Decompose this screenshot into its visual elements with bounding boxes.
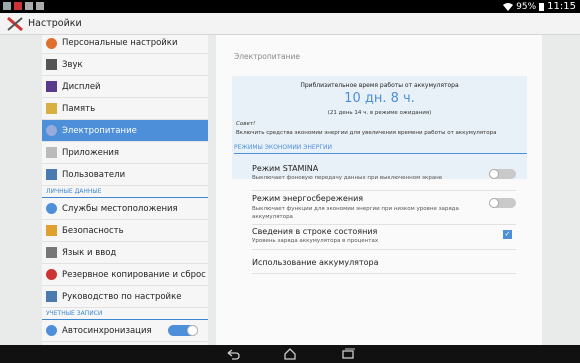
- sidebar-item-backup[interactable]: Резервное копирование и сброс: [42, 264, 208, 286]
- lock-icon: [46, 225, 57, 236]
- sidebar-item-label: Электропитание: [62, 126, 137, 136]
- sidebar-item-apps[interactable]: Приложения: [42, 142, 208, 164]
- sidebar-item-label: Службы местоположения: [62, 204, 178, 214]
- battery-time-title: Приблизительное время работы от аккумуля…: [300, 82, 459, 89]
- status-bar: 95% 11:15: [0, 0, 580, 13]
- users-icon: [46, 169, 57, 180]
- sidebar-item-label: Резервное копирование и сброс: [62, 270, 206, 280]
- power-settings-panel: Электропитание Приблизительное время раб…: [216, 35, 542, 345]
- autosync-toggle[interactable]: [168, 325, 198, 336]
- sidebar-item-label: Руководство по настройке: [62, 292, 182, 302]
- keyboard-icon: [46, 247, 57, 258]
- battery-usage-row[interactable]: Использование аккумулятора: [252, 250, 516, 274]
- status-bar-info-row[interactable]: Сведения в строке состояния Уровень заря…: [252, 225, 516, 250]
- section-header-personal: ЛИЧНЫЕ ДАННЫЕ: [42, 186, 208, 198]
- row-subtitle: Выключает функции для экономии энергии п…: [252, 206, 459, 220]
- sidebar-item-label: Пользователи: [62, 170, 126, 180]
- home-icon[interactable]: [283, 348, 297, 360]
- clock: 11:15: [547, 1, 576, 12]
- row-title: Режим STAMINA: [252, 164, 319, 173]
- power-saving-toggle[interactable]: [489, 198, 516, 208]
- guide-icon: [46, 291, 57, 302]
- recent-apps-icon[interactable]: [341, 348, 355, 360]
- row-subtitle: Выключает фоновую передачу данных при вы…: [252, 175, 443, 181]
- wifi-icon: [503, 2, 514, 11]
- power-modes-section-header: РЕЖИМЫ ЭКОНОМИИ ЭНЕРГИИ: [234, 144, 527, 154]
- sidebar-item-label: Автосинхронизация: [62, 326, 152, 336]
- sidebar-item-label: Звук: [62, 60, 83, 70]
- apps-icon: [46, 147, 57, 158]
- row-subtitle: Уровень заряда аккумулятора в процентах: [252, 238, 379, 244]
- sidebar-item-security[interactable]: Безопасность: [42, 220, 208, 242]
- row-title: Использование аккумулятора: [252, 258, 379, 267]
- tip-text[interactable]: Включить средства экономии энергии для у…: [236, 130, 496, 136]
- sidebar-item-label: Персональные настройки: [62, 38, 178, 48]
- sidebar-item-label: Приложения: [62, 148, 120, 158]
- sidebar-item-autosync[interactable]: Автосинхронизация: [42, 320, 208, 342]
- display-icon: [46, 81, 57, 92]
- battery-percent: 95%: [516, 1, 537, 12]
- settings-sidebar: Персональные настройки Звук Дисплей Памя…: [42, 35, 208, 345]
- backup-icon: [46, 269, 57, 280]
- battery-time-value: 10 дн. 8 ч.: [344, 91, 415, 106]
- power-icon: [46, 125, 57, 136]
- page-title: Настройки: [28, 18, 82, 29]
- sidebar-item-language[interactable]: Язык и ввод: [42, 242, 208, 264]
- sidebar-item-users[interactable]: Пользователи: [42, 164, 208, 186]
- battery-icon: [539, 3, 545, 11]
- memory-icon: [46, 103, 57, 114]
- row-title: Сведения в строке состояния: [252, 227, 378, 236]
- sidebar-item-label: Язык и ввод: [62, 248, 117, 258]
- sidebar-item-personalize[interactable]: Персональные настройки: [42, 35, 208, 54]
- stamina-toggle[interactable]: [489, 169, 516, 179]
- power-saving-mode-row[interactable]: Режим энергосбережения Выключает функции…: [252, 191, 516, 225]
- sound-icon: [46, 59, 57, 70]
- status-bar-info-checkbox[interactable]: ✓: [503, 230, 512, 239]
- sync-icon: [46, 325, 57, 336]
- sidebar-item-label: Дисплей: [62, 82, 101, 92]
- sidebar-item-display[interactable]: Дисплей: [42, 76, 208, 98]
- sidebar-item-label: Память: [62, 104, 96, 114]
- notification-icon: [3, 2, 11, 10]
- section-header-accounts: УЧЕТНЫЕ ЗАПИСИ: [42, 308, 208, 320]
- sidebar-item-power[interactable]: Электропитание: [42, 120, 208, 142]
- stamina-mode-row[interactable]: Режим STAMINA Выключает фоновую передачу…: [252, 160, 516, 191]
- sidebar-item-memory[interactable]: Память: [42, 98, 208, 120]
- navigation-bar: [0, 345, 580, 363]
- personalize-icon: [46, 38, 57, 49]
- notification-icons: [3, 2, 44, 10]
- settings-tools-icon[interactable]: [6, 16, 24, 32]
- sidebar-item-location[interactable]: Службы местоположения: [42, 198, 208, 220]
- notification-icon: [36, 2, 44, 10]
- standby-time: (21 день 14 ч. в режиме ожидания): [327, 110, 432, 116]
- notification-icon: [25, 2, 33, 10]
- location-icon: [46, 203, 57, 214]
- tip-label: Совет!: [236, 121, 256, 127]
- row-title: Режим энергосбережения: [252, 194, 364, 203]
- sidebar-item-label: Безопасность: [62, 226, 124, 236]
- sidebar-item-sound[interactable]: Звук: [42, 54, 208, 76]
- back-icon[interactable]: [226, 348, 240, 360]
- sidebar-item-guide[interactable]: Руководство по настройке: [42, 286, 208, 308]
- notification-icon: [14, 2, 22, 10]
- panel-header: Электропитание: [234, 52, 301, 61]
- action-bar: Настройки: [0, 13, 580, 35]
